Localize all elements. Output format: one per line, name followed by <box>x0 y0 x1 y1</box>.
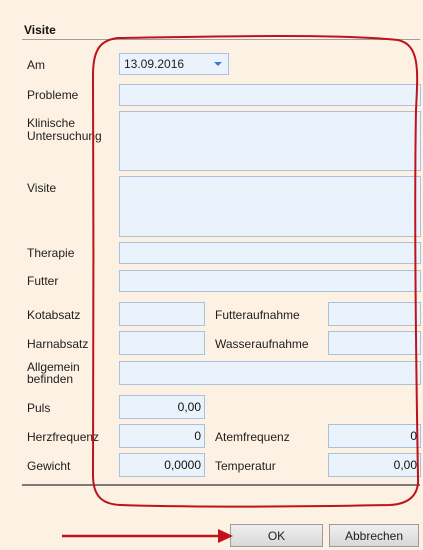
wasseraufnahme-field[interactable] <box>328 331 421 355</box>
red-arrow-icon <box>62 529 233 543</box>
harnabsatz-field[interactable] <box>119 331 205 355</box>
ok-button[interactable]: OK <box>230 524 323 547</box>
label-harnabsatz: Harnabsatz <box>27 337 89 351</box>
panel-title: Visite <box>24 23 56 37</box>
probleme-field[interactable] <box>119 84 421 106</box>
klinische-untersuchung-field[interactable] <box>119 111 421 171</box>
label-klinische-line1: Klinische <box>27 116 76 130</box>
label-allgemein-line2: befinden <box>27 372 74 386</box>
label-wasseraufnahme: Wasseraufnahme <box>215 337 309 351</box>
label-futter: Futter <box>27 274 59 288</box>
atemfrequenz-field[interactable]: 0 <box>328 424 421 448</box>
herzfrequenz-field[interactable]: 0 <box>119 424 205 448</box>
label-visite: Visite <box>27 181 57 195</box>
label-gewicht: Gewicht <box>27 459 71 473</box>
kotabsatz-field[interactable] <box>119 302 205 326</box>
label-klinische-line2: Untersuchung <box>27 129 102 143</box>
visite-field[interactable] <box>119 176 421 237</box>
futteraufnahme-field[interactable] <box>328 302 421 326</box>
dropdown-arrow-icon[interactable] <box>214 62 222 66</box>
label-temperatur: Temperatur <box>215 459 276 473</box>
footer-divider <box>22 484 420 486</box>
futter-field[interactable] <box>119 270 421 292</box>
am-date-value: 13.09.2016 <box>124 57 185 71</box>
allgemein-befinden-field[interactable] <box>119 361 421 385</box>
cancel-button[interactable]: Abbrechen <box>329 524 419 547</box>
label-puls: Puls <box>27 401 51 415</box>
gewicht-field[interactable]: 0,0000 <box>119 453 205 477</box>
label-atemfrequenz: Atemfrequenz <box>215 430 290 444</box>
am-date-picker[interactable]: 13.09.2016 <box>119 53 229 75</box>
title-divider <box>22 39 420 40</box>
label-kotabsatz: Kotabsatz <box>27 308 81 322</box>
temperatur-field[interactable]: 0,00 <box>328 453 421 477</box>
puls-field[interactable]: 0,00 <box>119 395 205 419</box>
label-therapie: Therapie <box>27 246 75 260</box>
label-am: Am <box>27 58 45 72</box>
label-probleme: Probleme <box>27 88 79 102</box>
therapie-field[interactable] <box>119 242 421 264</box>
label-futteraufnahme: Futteraufnahme <box>215 308 300 322</box>
label-herzfrequenz: Herzfrequenz <box>27 430 100 444</box>
